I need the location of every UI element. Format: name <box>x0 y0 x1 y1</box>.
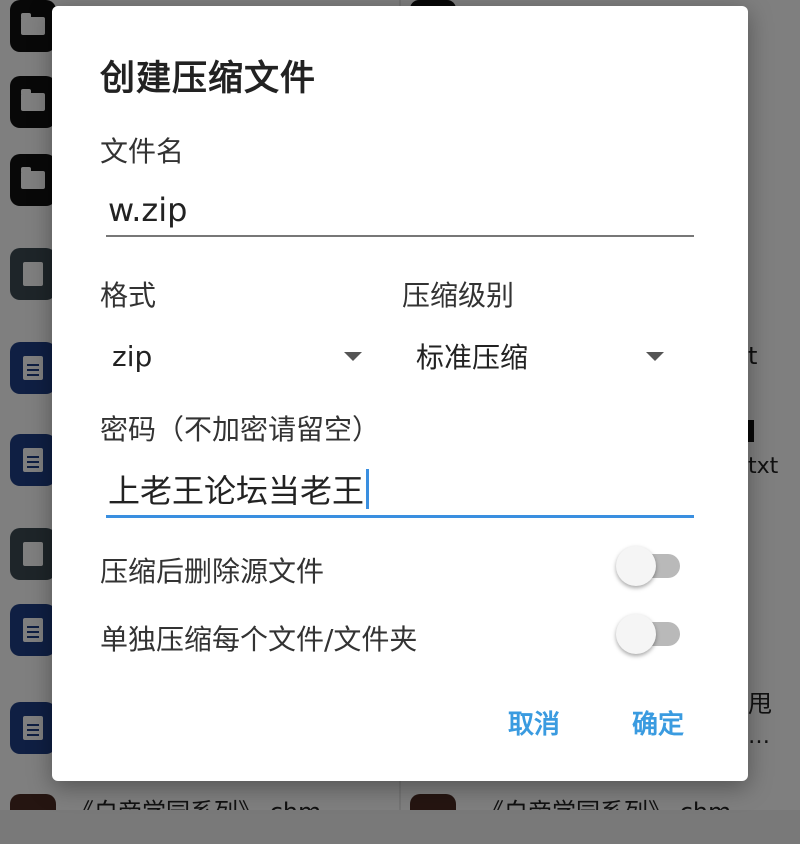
chevron-down-icon <box>344 352 362 361</box>
format-label: 格式 <box>100 279 157 312</box>
compression-level-label: 压缩级别 <box>402 279 515 312</box>
dialog-title: 创建压缩文件 <box>100 59 317 99</box>
chevron-down-icon <box>646 352 664 361</box>
password-underline <box>106 515 694 518</box>
toggle-thumb <box>616 614 656 654</box>
delete-source-label: 压缩后删除源文件 <box>100 555 325 588</box>
separate-archive-label: 单独压缩每个文件/文件夹 <box>100 623 418 656</box>
filename-label: 文件名 <box>100 135 185 168</box>
separate-archive-toggle[interactable] <box>616 614 680 654</box>
password-label: 密码（不加密请留空） <box>100 413 381 446</box>
ok-button[interactable]: 确定 <box>632 704 684 741</box>
compression-level-value: 标准压缩 <box>416 341 529 374</box>
text-cursor <box>366 469 370 509</box>
cancel-button[interactable]: 取消 <box>508 704 560 741</box>
format-select[interactable]: zip <box>112 328 368 384</box>
create-archive-dialog: 创建压缩文件 文件名 格式 压缩级别 zip 标准压缩 密码（不加密请留空） 上… <box>52 6 748 781</box>
filename-underline <box>106 235 694 237</box>
password-input[interactable]: 上老王论坛当老王 <box>108 466 688 512</box>
toggle-thumb <box>616 546 656 586</box>
delete-source-toggle[interactable] <box>616 546 680 586</box>
format-select-value: zip <box>112 339 153 373</box>
filename-input[interactable] <box>108 188 688 232</box>
compression-level-select[interactable]: 标准压缩 <box>416 328 672 384</box>
password-input-value: 上老王论坛当老王 <box>108 472 365 510</box>
